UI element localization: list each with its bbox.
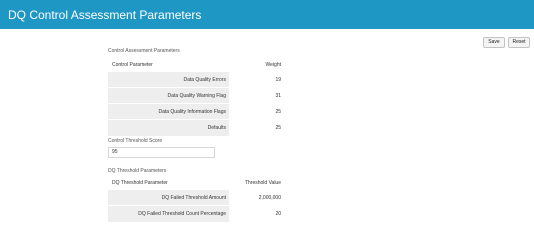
table-row: DQ Failed Threshold Count Percentage 20	[108, 205, 284, 222]
table-header: Control Parameter Weight	[108, 60, 284, 70]
weight-cell[interactable]: 19	[231, 72, 284, 88]
page-title: DQ Control Assessment Parameters	[8, 8, 202, 22]
weight-cell[interactable]: 31	[231, 88, 284, 104]
control-assessment-table: Control Parameter Weight Data Quality Er…	[108, 60, 284, 136]
page-header: DQ Control Assessment Parameters	[0, 0, 534, 29]
threshold-value-cell[interactable]: 20	[231, 206, 284, 222]
table-row: DQ Failed Threshold Amount 2,000,000	[108, 189, 284, 206]
column-header-weight: Weight	[265, 62, 281, 68]
control-threshold-score-label: Control Threshold Score	[108, 138, 163, 144]
column-header-dq-threshold-parameter: DQ Threshold Parameter	[112, 180, 168, 186]
control-parameter-cell: Data Quality Information Flags	[108, 104, 230, 120]
control-threshold-score-input[interactable]: 95	[108, 147, 215, 158]
table-row: Defaults 25	[108, 119, 284, 136]
control-assessment-section-label: Control Assessment Parameters	[108, 48, 180, 54]
threshold-value-cell[interactable]: 2,000,000	[231, 190, 284, 206]
dq-threshold-section-label: DQ Threshold Parameters	[108, 168, 167, 174]
dq-threshold-table: DQ Threshold Parameter Threshold Value D…	[108, 178, 284, 222]
weight-cell[interactable]: 25	[231, 104, 284, 120]
column-header-control-parameter: Control Parameter	[112, 62, 153, 68]
weight-cell[interactable]: 25	[231, 120, 284, 136]
table-row: Data Quality Errors 19	[108, 71, 284, 88]
control-parameter-cell: Data Quality Warning Flag	[108, 88, 230, 104]
control-parameter-cell: Data Quality Errors	[108, 72, 230, 88]
reset-button[interactable]: Reset	[508, 37, 530, 48]
control-parameter-cell: Defaults	[108, 120, 230, 136]
save-button[interactable]: Save	[483, 37, 505, 48]
dq-threshold-parameter-cell: DQ Failed Threshold Amount	[108, 190, 230, 206]
table-header: DQ Threshold Parameter Threshold Value	[108, 178, 284, 188]
dq-threshold-parameter-cell: DQ Failed Threshold Count Percentage	[108, 206, 230, 222]
table-row: Data Quality Information Flags 25	[108, 103, 284, 120]
table-row: Data Quality Warning Flag 31	[108, 87, 284, 104]
column-header-threshold-value: Threshold Value	[244, 180, 281, 186]
